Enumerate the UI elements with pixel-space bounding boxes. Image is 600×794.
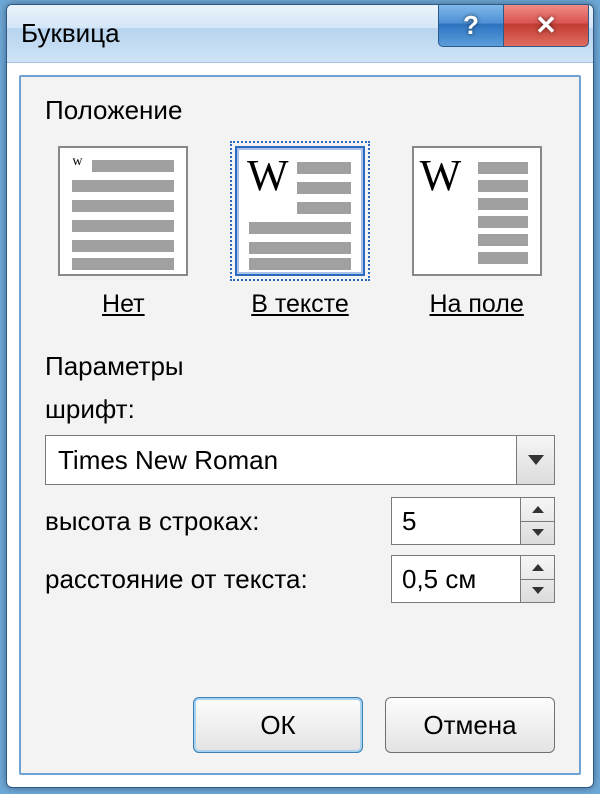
distance-label: расстояние от текста: xyxy=(45,564,308,595)
spinner-arrows xyxy=(521,497,555,545)
preview-none-icon: w xyxy=(58,146,188,276)
parameters-group: Параметры шрифт: Times New Roman высота … xyxy=(45,351,555,613)
position-options: w Нет W xyxy=(45,146,555,319)
dialog-footer: ОК Отмена xyxy=(45,677,555,753)
position-option-intext-label: В тексте xyxy=(251,290,349,319)
dropdown-icon[interactable] xyxy=(516,436,554,484)
position-group-label: Положение xyxy=(45,95,555,126)
lines-label: высота в строках: xyxy=(45,506,259,537)
distance-spinner[interactable]: 0,5 см xyxy=(391,555,555,603)
preview-margin-icon: W xyxy=(412,146,542,276)
cancel-button-label: Отмена xyxy=(423,710,516,741)
font-label: шрифт: xyxy=(45,394,135,425)
spinner-arrows xyxy=(521,555,555,603)
titlebar: Буквица ? ✕ xyxy=(7,5,593,63)
lines-value[interactable]: 5 xyxy=(391,497,521,545)
help-button[interactable]: ? xyxy=(438,5,504,47)
position-option-margin-label: На поле xyxy=(429,290,523,319)
ok-button-label: ОК xyxy=(260,710,295,741)
cancel-button[interactable]: Отмена xyxy=(385,697,555,753)
spinner-up-icon[interactable] xyxy=(521,556,554,580)
position-option-margin[interactable]: W На поле xyxy=(412,146,542,319)
close-button[interactable]: ✕ xyxy=(503,5,589,47)
spinner-down-icon[interactable] xyxy=(521,580,554,603)
preview-intext-icon: W xyxy=(235,146,365,276)
position-option-intext[interactable]: W В тексте xyxy=(235,146,365,319)
ok-button[interactable]: ОК xyxy=(193,697,363,753)
font-combobox[interactable]: Times New Roman xyxy=(45,435,555,485)
client-area: Положение w Нет W xyxy=(19,75,581,775)
position-option-none-label: Нет xyxy=(102,290,145,319)
font-value: Times New Roman xyxy=(58,445,278,476)
titlebar-buttons: ? ✕ xyxy=(439,5,589,47)
help-icon: ? xyxy=(463,10,479,41)
lines-spinner[interactable]: 5 xyxy=(391,497,555,545)
dialog-title: Буквица xyxy=(21,18,120,49)
close-icon: ✕ xyxy=(535,10,557,41)
position-option-none[interactable]: w Нет xyxy=(58,146,188,319)
distance-value[interactable]: 0,5 см xyxy=(391,555,521,603)
spinner-up-icon[interactable] xyxy=(521,498,554,522)
parameters-group-label: Параметры xyxy=(45,351,555,382)
dialog-window: Буквица ? ✕ Положение w xyxy=(6,4,594,788)
spinner-down-icon[interactable] xyxy=(521,522,554,545)
